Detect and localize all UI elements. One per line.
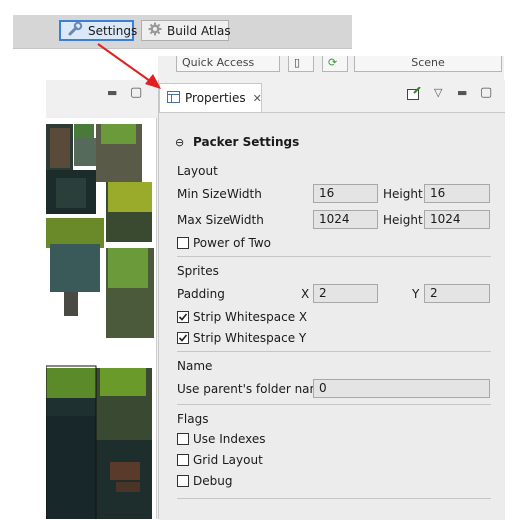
atlas-preview-view: ▬ ▢ xyxy=(46,80,158,519)
grid-layout-label: Grid Layout xyxy=(193,453,263,467)
use-indexes-label: Use Indexes xyxy=(193,432,266,446)
use-indexes-checkbox[interactable]: Use Indexes xyxy=(177,432,266,446)
max-width-field[interactable]: 1024 xyxy=(313,210,378,229)
min-height-label: Height xyxy=(383,187,423,201)
minimize-icon[interactable]: ▬ xyxy=(457,86,467,99)
max-width-label: Width xyxy=(229,213,264,227)
new-file-button[interactable]: ▯ xyxy=(288,56,314,72)
power-of-two-label: Power of Two xyxy=(193,236,271,250)
refresh-button[interactable]: ⟳ xyxy=(322,56,348,72)
min-height-field[interactable]: 16 xyxy=(424,184,490,203)
padding-x-field[interactable]: 2 xyxy=(313,284,378,303)
debug-label: Debug xyxy=(193,474,233,488)
grid-layout-box[interactable] xyxy=(177,454,189,466)
quick-access-field[interactable]: Quick Access xyxy=(176,56,280,72)
strip-whitespace-x-label: Strip Whitespace X xyxy=(193,310,308,324)
power-of-two-box[interactable] xyxy=(177,237,189,249)
max-size-label: Max Size xyxy=(177,213,231,227)
properties-tab-label: Properties xyxy=(185,91,246,105)
parent-folder-field[interactable]: 0 xyxy=(313,379,490,398)
quick-access-label: Quick Access xyxy=(182,56,255,69)
grid-layout-checkbox[interactable]: Grid Layout xyxy=(177,453,263,467)
gear-icon xyxy=(148,22,162,39)
divider xyxy=(177,498,491,499)
padding-x-label: X xyxy=(301,287,310,301)
min-width-field[interactable]: 16 xyxy=(313,184,378,203)
strip-whitespace-x-checkbox[interactable]: Strip Whitespace X xyxy=(177,310,307,324)
strip-x-box[interactable] xyxy=(177,311,189,323)
close-icon[interactable]: ✕ xyxy=(253,92,262,105)
minimize-icon[interactable]: ▬ xyxy=(107,86,117,99)
properties-content: ⊖ Packer Settings Layout Min Size Width … xyxy=(159,112,505,520)
debug-box[interactable] xyxy=(177,475,189,487)
settings-label: Settings xyxy=(88,23,138,38)
sprites-heading: Sprites xyxy=(177,264,219,278)
pin-view-icon[interactable] xyxy=(407,86,421,103)
min-width-label: Width xyxy=(227,187,262,201)
section-title: Packer Settings xyxy=(193,135,300,149)
max-height-field[interactable]: 1024 xyxy=(424,210,490,229)
main-toolbar: Settings Build Atlas xyxy=(13,15,352,49)
refresh-icon: ⟳ xyxy=(328,56,338,69)
divider xyxy=(177,404,491,405)
strip-y-box[interactable] xyxy=(177,332,189,344)
debug-checkbox[interactable]: Debug xyxy=(177,474,232,488)
max-height-label: Height xyxy=(383,213,423,227)
settings-button[interactable]: Settings xyxy=(59,20,138,41)
use-indexes-box[interactable] xyxy=(177,433,189,445)
padding-y-label: Y xyxy=(412,287,420,301)
build-atlas-button[interactable]: Build Atlas xyxy=(141,20,231,41)
checkmark-icon xyxy=(178,313,188,321)
tab-properties[interactable]: Properties ✕ xyxy=(159,83,262,112)
scene-perspective-button[interactable]: Scene xyxy=(354,56,502,72)
properties-view-header: Properties ✕ ▽ ▬ ▢ xyxy=(159,80,505,112)
layout-heading: Layout xyxy=(177,164,218,178)
checkmark-icon xyxy=(178,334,188,342)
properties-icon xyxy=(167,90,180,106)
atlas-view-header: ▬ ▢ xyxy=(46,80,158,113)
maximize-icon[interactable]: ▢ xyxy=(480,85,492,100)
strip-whitespace-y-checkbox[interactable]: Strip Whitespace Y xyxy=(177,331,306,345)
file-icon: ▯ xyxy=(294,56,301,69)
properties-view: Properties ✕ ▽ ▬ ▢ ⊖ Packer Settings Lay… xyxy=(158,80,505,520)
parent-folder-label: Use parent's folder name xyxy=(177,382,329,396)
atlas-sprites-image xyxy=(46,118,156,519)
divider xyxy=(177,351,491,352)
view-menu-icon[interactable]: ▽ xyxy=(434,86,442,99)
name-heading: Name xyxy=(177,359,213,373)
power-of-two-checkbox[interactable]: Power of Two xyxy=(177,236,271,250)
build-atlas-label: Build Atlas xyxy=(167,23,231,38)
collapse-icon[interactable]: ⊖ xyxy=(175,136,184,149)
padding-y-field[interactable]: 2 xyxy=(424,284,490,303)
padding-label: Padding xyxy=(177,287,225,301)
flags-heading: Flags xyxy=(177,412,209,426)
atlas-canvas[interactable] xyxy=(46,118,157,519)
wrench-icon xyxy=(67,21,83,40)
maximize-icon[interactable]: ▢ xyxy=(130,85,142,100)
divider xyxy=(177,256,491,257)
scene-label: Scene xyxy=(411,56,445,69)
min-size-label: Min Size xyxy=(177,187,227,201)
strip-whitespace-y-label: Strip Whitespace Y xyxy=(193,331,307,345)
secondary-toolbar: Quick Access ▯ ⟳ Scene xyxy=(158,56,504,80)
